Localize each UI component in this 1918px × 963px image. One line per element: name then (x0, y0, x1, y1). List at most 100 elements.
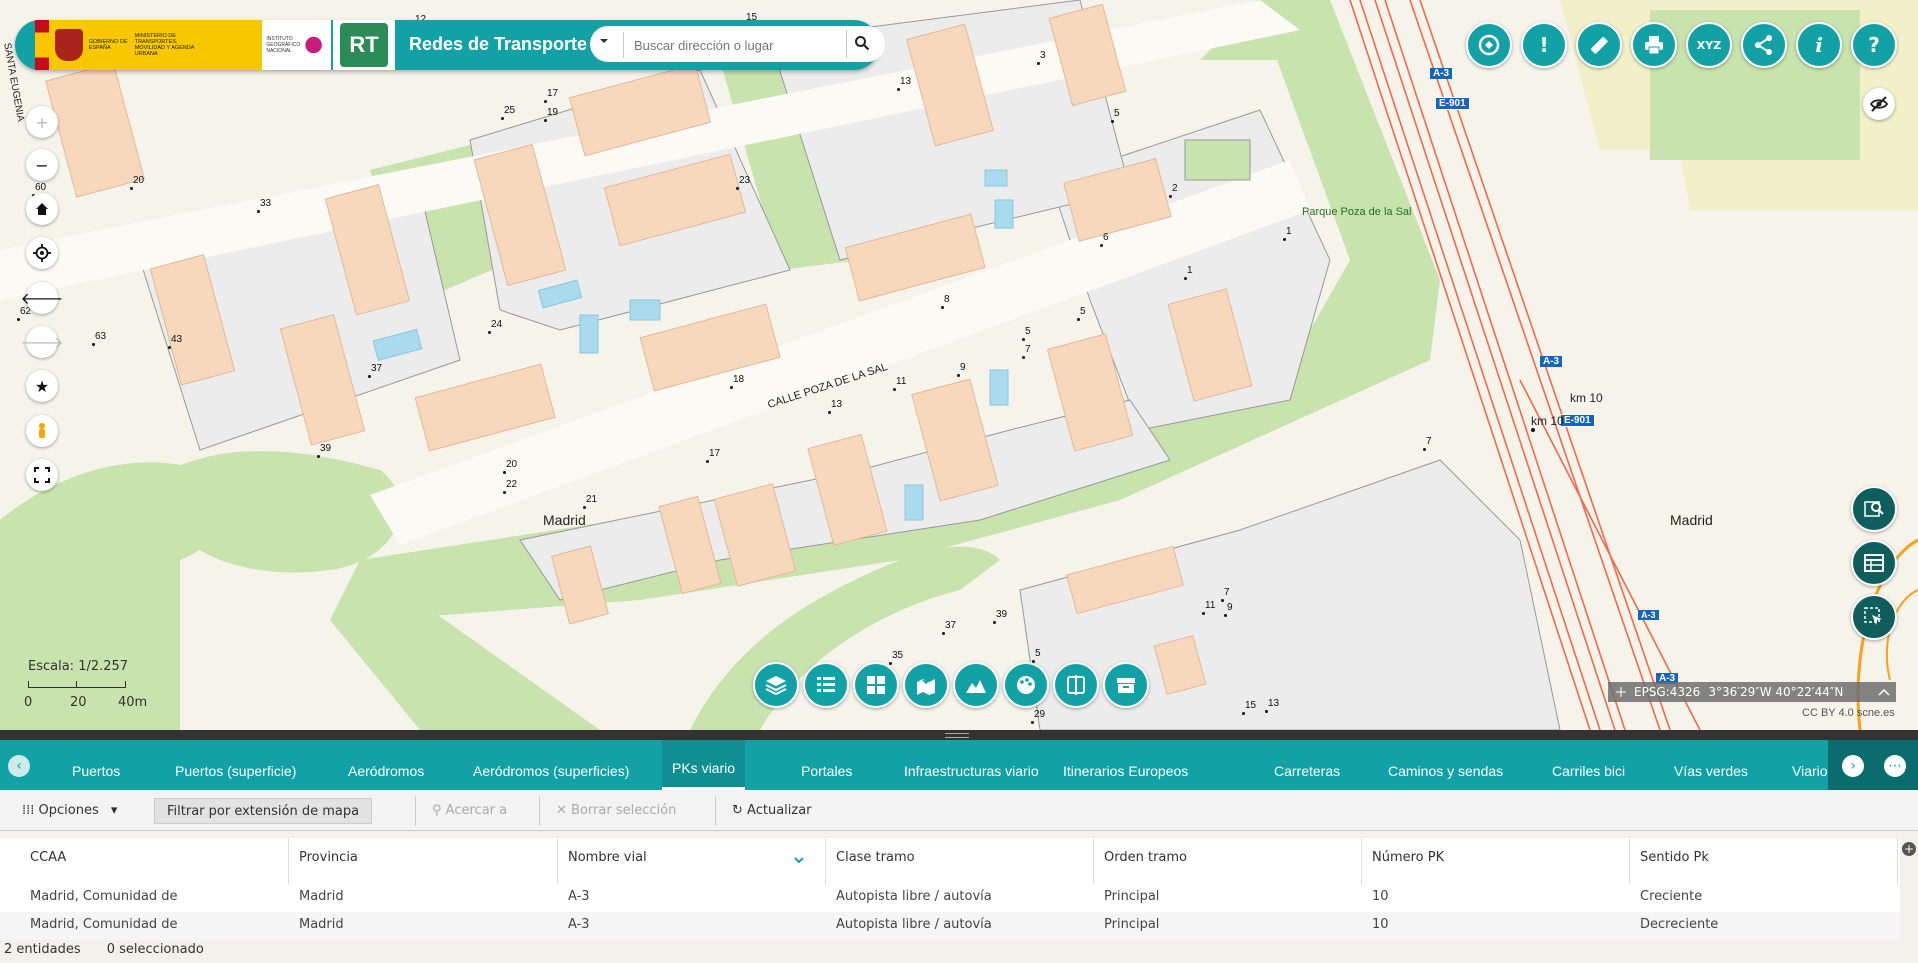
km-label: km 10 (1570, 391, 1603, 405)
tab-caminos-y-sendas[interactable]: Caminos y sendas (1378, 740, 1513, 790)
minus-icon: − (35, 155, 49, 175)
measure-area-button[interactable] (1466, 22, 1512, 68)
tab-infraestructuras-viario[interactable]: Infraestructuras viario (894, 740, 1049, 790)
print-button[interactable] (1631, 22, 1677, 68)
select-features-button[interactable] (1851, 594, 1897, 640)
panel-resize-handle[interactable] (0, 730, 1918, 740)
zoom-in-button[interactable]: + (26, 106, 58, 138)
add-column-button[interactable]: + (1902, 842, 1916, 856)
tab-vias-verdes[interactable]: Vías verdes (1664, 740, 1758, 790)
refresh-button[interactable]: ↻ Actualizar (732, 798, 812, 824)
add-data-button[interactable] (903, 662, 949, 708)
zoom-to-label: Acercar a (445, 803, 508, 818)
chevron-up-icon[interactable] (1878, 687, 1890, 697)
house-number: 5 (1032, 648, 1041, 663)
info-button[interactable]: i (1796, 22, 1842, 68)
clear-selection-label: Borrar selección (571, 803, 677, 818)
app-logo[interactable]: RT (333, 20, 395, 70)
tab-portales[interactable]: Portales (791, 740, 862, 790)
home-button[interactable] (26, 193, 58, 225)
flag-icon (35, 20, 49, 70)
column-header-ccaa[interactable]: CCAA (20, 838, 289, 884)
tabs-scroll-right-button[interactable]: › (1842, 755, 1864, 777)
download-button[interactable] (1103, 662, 1149, 708)
tab-aerodromos[interactable]: Aeródromos (338, 740, 434, 790)
house-number: 20 (129, 175, 145, 190)
xyz-coordinates-button[interactable]: XYZ (1686, 22, 1732, 68)
government-logo[interactable]: GOBIERNO DE ESPAÑA MINISTERIO DE TRANSPO… (35, 20, 332, 70)
house-number: 33 (256, 198, 272, 213)
tabs-scroll-left-button[interactable]: ‹ (8, 755, 30, 777)
hide-panels-button[interactable] (1863, 88, 1895, 120)
layers-button[interactable] (753, 662, 799, 708)
fullscreen-button[interactable] (26, 459, 58, 491)
pk-point[interactable] (1531, 428, 1535, 432)
ministry-logo: GOBIERNO DE ESPAÑA MINISTERIO DE TRANSPO… (48, 20, 263, 70)
column-header-provincia[interactable]: Provincia (289, 838, 558, 884)
house-number: 29 (1030, 709, 1046, 724)
column-header-orden-tramo[interactable]: Orden tramo (1094, 838, 1362, 884)
column-header-sentido-pk[interactable]: Sentido Pk (1630, 838, 1898, 884)
locate-icon (33, 244, 51, 262)
filter-extent-toggle[interactable]: Filtrar por extensión de mapa (154, 798, 373, 824)
zoom-to-button[interactable]: ⚲ Acercar a (432, 798, 507, 824)
locate-button[interactable] (26, 237, 58, 269)
search-type-dropdown[interactable] (598, 35, 610, 50)
coordinates-bar[interactable]: EPSG:4326 3°36′29″W 40°22′44″N (1608, 682, 1896, 702)
column-header-clase-tramo[interactable]: Clase tramo (826, 838, 1094, 884)
clear-selection-button[interactable]: ✕ Borrar selección (556, 798, 676, 824)
next-extent-button[interactable]: 🡒 (21, 326, 63, 358)
attribution[interactable]: CC BY 4.0 scne.es (1802, 707, 1895, 719)
table-cell: 10 (1372, 917, 1389, 932)
gov-text: GOBIERNO DE ESPAÑA (88, 39, 128, 51)
chevron-left-icon: ‹ (16, 758, 22, 774)
favorites-button[interactable]: ★ (26, 370, 58, 402)
share-button[interactable] (1741, 22, 1787, 68)
plus-icon: + (35, 112, 49, 132)
column-header-nombre-vial[interactable]: Nombre vial (558, 838, 826, 884)
options-menu-button[interactable]: ⁞⁞⁞ Opciones ▾ (22, 798, 117, 824)
crs-label[interactable]: EPSG:4326 (1634, 685, 1700, 699)
grid-dots-icon: ⁞⁞⁞ (22, 803, 35, 818)
help-icon: ? (1868, 33, 1880, 57)
table-row[interactable]: Madrid, Comunidad de Madrid A-3 Autopist… (0, 912, 1900, 940)
tab-carreteras[interactable]: Carreteras (1264, 740, 1350, 790)
tab-aerodromos-superficies[interactable]: Aeródromos (superficies) (463, 740, 639, 790)
basemap-button[interactable] (853, 662, 899, 708)
road-shield: A-3 (1540, 356, 1563, 367)
scale-bar (28, 681, 126, 688)
street-view-button[interactable] (26, 415, 58, 447)
tab-itinerarios-europeos[interactable]: Itinerarios Europeos (1053, 740, 1198, 790)
search-input[interactable] (623, 32, 856, 58)
tab-puertos-superficie[interactable]: Puertos (superficie) (165, 740, 306, 790)
tab-puertos[interactable]: Puertos (62, 740, 130, 790)
zoom-out-button[interactable]: − (26, 149, 58, 181)
sort-down-icon[interactable] (793, 854, 805, 866)
map-view[interactable]: CALLE POZA DE LA SAL Parque Poza de la S… (0, 0, 1918, 730)
attribute-table-button[interactable] (1851, 540, 1897, 586)
elevation-profile-button[interactable] (953, 662, 999, 708)
search-button[interactable] (846, 30, 876, 58)
style-button[interactable] (1003, 662, 1049, 708)
tab-carriles-bici[interactable]: Carriles bici (1542, 740, 1635, 790)
map-add-icon (917, 676, 935, 695)
help-button[interactable]: ? (1851, 22, 1897, 68)
legend-button[interactable] (803, 662, 849, 708)
previous-extent-button[interactable]: 🡐 (21, 282, 63, 314)
table-cell: Creciente (1640, 889, 1703, 904)
column-header-numero-pk[interactable]: Número PK (1362, 838, 1630, 884)
house-number: 6 (1100, 232, 1109, 247)
incident-button[interactable]: ! (1521, 22, 1567, 68)
more-icon: ⋯ (1888, 758, 1902, 774)
tabs-menu-button[interactable]: ⋯ (1884, 755, 1906, 777)
table-header: CCAA Provincia Nombre vial Clase tramo O… (0, 838, 1900, 885)
house-number: 9 (1224, 602, 1233, 617)
share-icon (1755, 35, 1772, 55)
compare-maps-button[interactable] (1053, 662, 1099, 708)
spatial-query-button[interactable] (1851, 486, 1897, 532)
xyz-coordinates-icon: XYZ (1696, 38, 1722, 52)
ruler-button[interactable] (1576, 22, 1622, 68)
tab-pks-viario[interactable]: PKs viario (662, 740, 746, 790)
table-row[interactable]: Madrid, Comunidad de Madrid A-3 Autopist… (0, 884, 1900, 912)
ruler-icon (1590, 36, 1608, 54)
